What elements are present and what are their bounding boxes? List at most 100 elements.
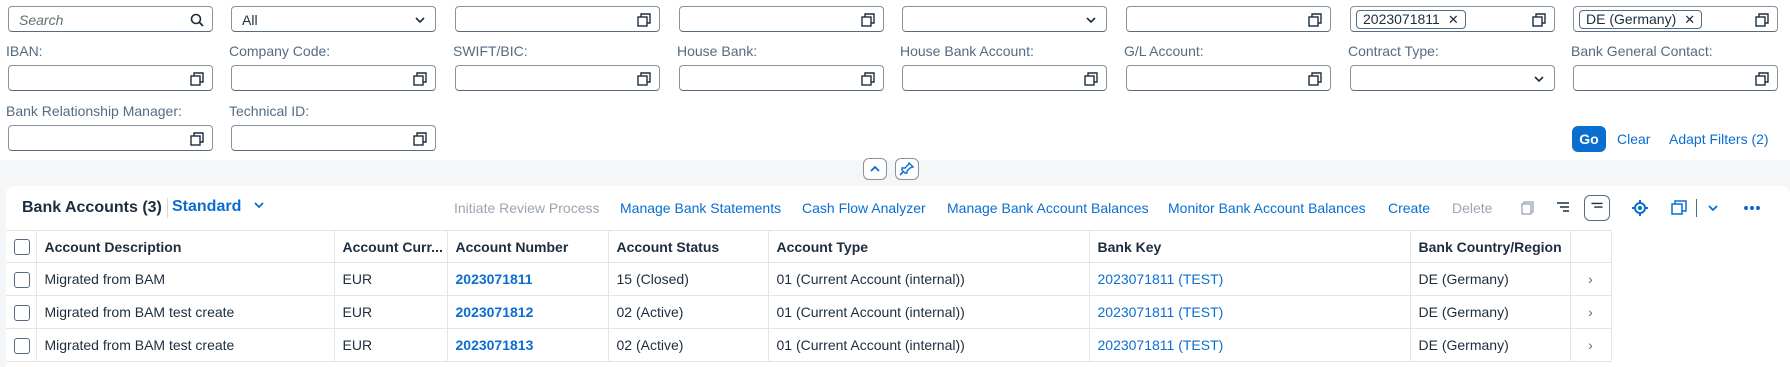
column-header[interactable]: Account Status: [608, 230, 769, 263]
account-number-link[interactable]: 2023071811: [447, 262, 609, 296]
account-description-cell: Migrated from BAM: [36, 262, 335, 296]
copy-icon[interactable]: [1514, 195, 1540, 221]
column-header[interactable]: Bank Key: [1089, 230, 1411, 263]
editing-status-value: All: [242, 12, 258, 28]
value-help-icon[interactable]: [1308, 72, 1322, 86]
adapt-filters-button[interactable]: Adapt Filters (2): [1669, 131, 1769, 147]
filter-field-6[interactable]: [1126, 6, 1331, 32]
account-type-cell: 01 (Current Account (internal)): [768, 262, 1090, 296]
create-button[interactable]: Create: [1388, 200, 1430, 216]
sort-ascending-icon[interactable]: [1550, 195, 1576, 221]
value-help-icon[interactable]: [190, 72, 204, 86]
value-help-icon[interactable]: [1755, 72, 1769, 86]
value-help-icon[interactable]: [861, 13, 875, 27]
delete-button[interactable]: Delete: [1452, 200, 1492, 216]
chevron-right-icon[interactable]: ›: [1570, 328, 1612, 362]
chevron-right-icon[interactable]: ›: [1570, 295, 1612, 329]
value-help-icon[interactable]: [1755, 13, 1769, 27]
value-help-icon[interactable]: [413, 72, 427, 86]
bank-general-contact-label: Bank General Contact:: [1571, 43, 1713, 59]
collapse-header-button[interactable]: [863, 158, 887, 180]
overflow-icon[interactable]: [1739, 195, 1765, 221]
filter-token[interactable]: 2023071811 ✕: [1356, 10, 1466, 29]
value-help-icon[interactable]: [861, 72, 875, 86]
token-text: 2023071811: [1363, 11, 1440, 27]
bank-key-link[interactable]: 2023071811 (TEST): [1089, 295, 1411, 329]
gl-account-field[interactable]: [1126, 65, 1331, 91]
table-row[interactable]: Migrated from BAM EUR 2023071811 15 (Clo…: [6, 262, 1612, 296]
table-title: Bank Accounts (3): [22, 199, 162, 216]
filter-token[interactable]: DE (Germany) ✕: [1579, 10, 1703, 29]
column-header[interactable]: Account Curr...: [334, 230, 448, 263]
row-checkbox[interactable]: [14, 304, 30, 321]
bank-general-contact-field[interactable]: [1573, 65, 1778, 91]
bank-relationship-manager-field[interactable]: [8, 125, 213, 151]
account-number-link[interactable]: 2023071813: [447, 328, 609, 362]
value-help-icon[interactable]: [637, 13, 651, 27]
search-placeholder: Search: [19, 12, 64, 28]
initiate-review-process-button[interactable]: Initiate Review Process: [454, 200, 600, 216]
bank-account-number-filter[interactable]: 2023071811 ✕: [1350, 6, 1555, 32]
bank-country-cell: DE (Germany): [1410, 328, 1571, 362]
value-help-icon[interactable]: [413, 132, 427, 146]
clear-button[interactable]: Clear: [1617, 131, 1650, 147]
house-bank-account-field[interactable]: [902, 65, 1107, 91]
filter-field-4[interactable]: [679, 6, 884, 32]
editing-status-select[interactable]: All: [231, 6, 436, 32]
bank-country-filter[interactable]: DE (Germany) ✕: [1573, 6, 1778, 32]
export-icon[interactable]: [1666, 195, 1692, 221]
technical-id-label: Technical ID:: [229, 103, 310, 119]
contract-type-select[interactable]: [1350, 65, 1555, 91]
column-header[interactable]: Account Number: [447, 230, 609, 263]
table-row[interactable]: Migrated from BAM test create EUR 202307…: [6, 328, 1612, 362]
bank-key-link[interactable]: 2023071811 (TEST): [1089, 262, 1411, 296]
sort-descending-icon[interactable]: [1584, 195, 1610, 221]
house-bank-account-label: House Bank Account:: [900, 43, 1034, 59]
manage-bank-account-balances-button[interactable]: Manage Bank Account Balances: [947, 200, 1149, 216]
row-select-cell: [6, 328, 37, 362]
company-code-field[interactable]: [231, 65, 436, 91]
column-header[interactable]: Account Description: [36, 230, 335, 263]
company-code-label: Company Code:: [229, 43, 331, 59]
account-currency-cell: EUR: [334, 262, 448, 296]
contract-type-label: Contract Type:: [1348, 43, 1439, 59]
monitor-bank-account-balances-button[interactable]: Monitor Bank Account Balances: [1168, 200, 1366, 216]
go-button[interactable]: Go: [1572, 126, 1606, 152]
value-help-icon[interactable]: [637, 72, 651, 86]
account-status-cell: 02 (Active): [608, 328, 769, 362]
select-all-checkbox[interactable]: [14, 239, 30, 256]
account-status-cell: 15 (Closed): [608, 262, 769, 296]
pin-icon: [899, 161, 915, 176]
filter-field-3[interactable]: [455, 6, 660, 32]
chevron-right-icon[interactable]: ›: [1570, 262, 1612, 296]
swift-bic-field[interactable]: [455, 65, 660, 91]
bank-key-link[interactable]: 2023071811 (TEST): [1089, 328, 1411, 362]
column-header[interactable]: Bank Country/Region: [1410, 230, 1571, 263]
account-status-cell: 02 (Active): [608, 295, 769, 329]
row-checkbox[interactable]: [14, 271, 30, 288]
chevron-down-icon: [1534, 76, 1544, 83]
search-input[interactable]: Search: [8, 6, 213, 32]
iban-field[interactable]: [8, 65, 213, 91]
pin-header-button[interactable]: [895, 158, 919, 180]
search-icon[interactable]: [190, 13, 204, 27]
row-checkbox[interactable]: [14, 337, 30, 354]
remove-token-icon[interactable]: ✕: [1684, 12, 1695, 27]
chevron-down-icon[interactable]: [1700, 195, 1726, 221]
account-number-link[interactable]: 2023071812: [447, 295, 609, 329]
value-help-icon[interactable]: [1532, 13, 1546, 27]
house-bank-field[interactable]: [679, 65, 884, 91]
value-help-icon[interactable]: [1084, 72, 1098, 86]
variant-management[interactable]: Standard: [172, 198, 266, 216]
table-row[interactable]: Migrated from BAM test create EUR 202307…: [6, 295, 1612, 329]
remove-token-icon[interactable]: ✕: [1448, 12, 1459, 27]
value-help-icon[interactable]: [190, 132, 204, 146]
manage-bank-statements-button[interactable]: Manage Bank Statements: [620, 200, 781, 216]
column-header[interactable]: Account Type: [768, 230, 1090, 263]
cash-flow-analyzer-button[interactable]: Cash Flow Analyzer: [802, 200, 926, 216]
filter-select-5[interactable]: [902, 6, 1107, 32]
bank-country-cell: DE (Germany): [1410, 262, 1571, 296]
gear-icon[interactable]: [1627, 195, 1653, 221]
technical-id-field[interactable]: [231, 125, 436, 151]
value-help-icon[interactable]: [1308, 13, 1322, 27]
